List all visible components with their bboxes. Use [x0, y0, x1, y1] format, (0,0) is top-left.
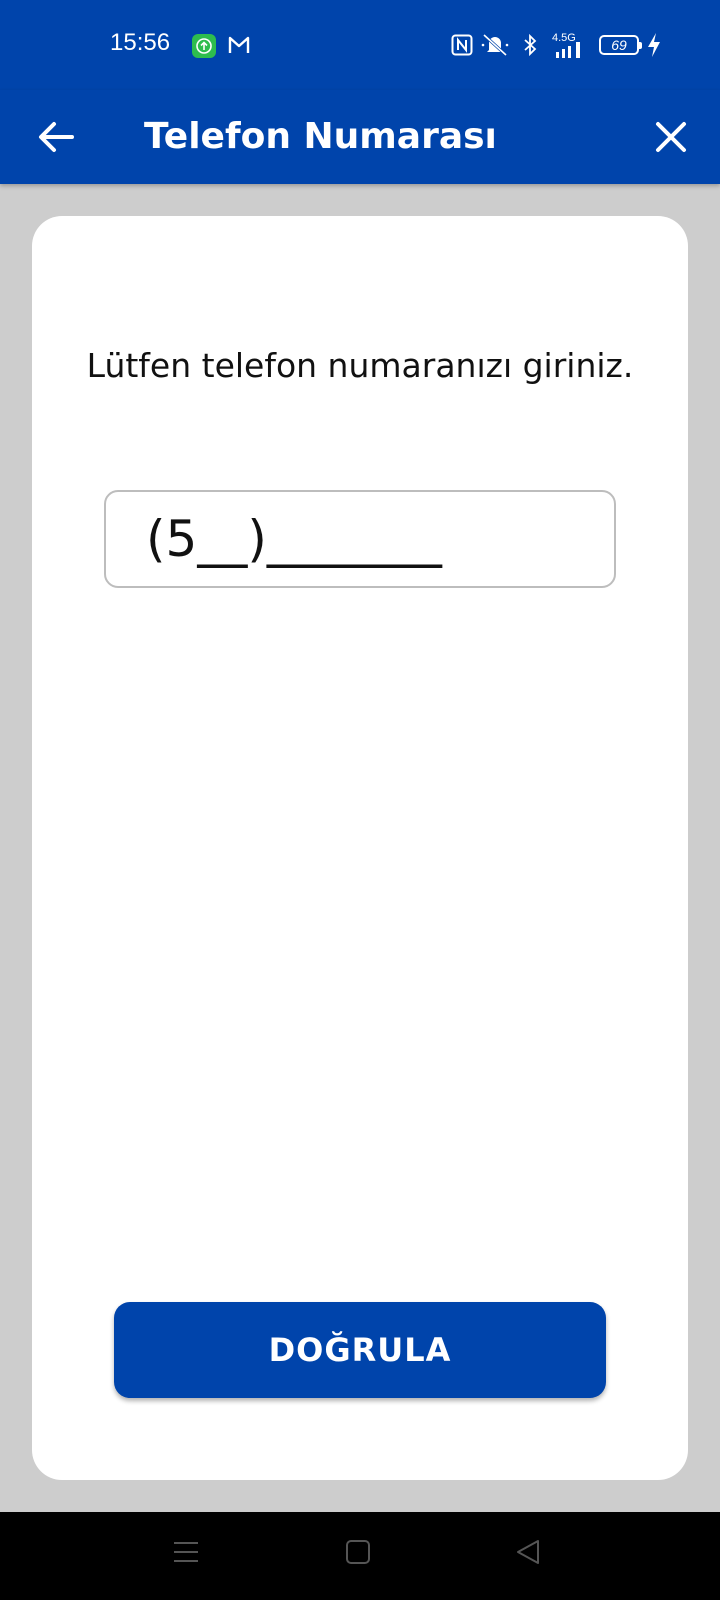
- nfc-icon: [451, 34, 473, 60]
- close-icon: [656, 122, 686, 152]
- phone-number-value: (5__)_______: [146, 510, 442, 568]
- page-title: Telefon Numarası: [144, 116, 497, 157]
- upload-app-icon: [192, 34, 216, 58]
- phone-entry-card: Lütfen telefon numaranızı giriniz. (5__)…: [32, 216, 688, 1480]
- back-button[interactable]: [32, 112, 82, 162]
- system-nav-bar: [0, 1512, 720, 1600]
- close-button[interactable]: [646, 112, 696, 162]
- gmail-icon: [227, 34, 251, 60]
- back-icon[interactable]: [514, 1538, 542, 1570]
- app-bar: Telefon Numarası: [0, 90, 720, 184]
- status-bar: 15:56 4.5G 69: [0, 0, 720, 90]
- menu-icon[interactable]: [172, 1538, 200, 1570]
- mute-icon: [480, 32, 510, 62]
- status-time: 15:56: [110, 29, 171, 56]
- battery-icon: 69: [599, 35, 642, 55]
- signal-icon: [556, 42, 588, 62]
- phone-number-input[interactable]: (5__)_______: [104, 490, 616, 588]
- bluetooth-icon: [522, 33, 538, 61]
- phone-prompt: Lütfen telefon numaranızı giriniz.: [86, 346, 634, 385]
- home-icon[interactable]: [344, 1538, 372, 1570]
- verify-button[interactable]: DOĞRULA: [114, 1302, 606, 1398]
- arrow-left-icon: [39, 122, 74, 152]
- charging-icon: [646, 32, 662, 62]
